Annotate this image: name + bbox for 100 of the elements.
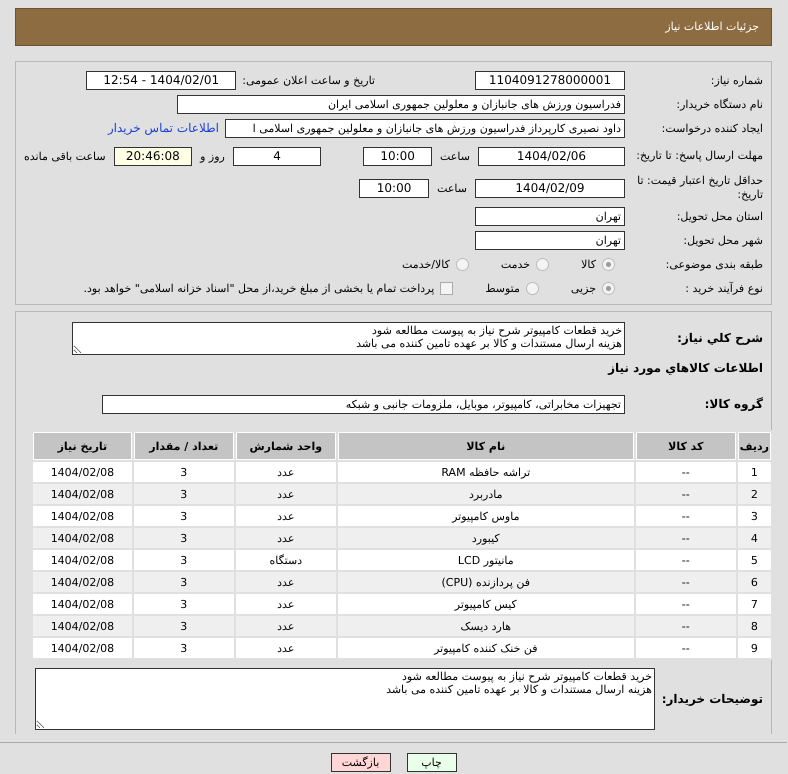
table-cell: 3: [134, 572, 234, 592]
table-cell: فن پردازنده (CPU): [338, 572, 634, 592]
field-label: مهلت ارسال پاسخ: تا تاریخ:: [635, 149, 764, 163]
table-cell: 9: [738, 638, 771, 658]
table-cell: 3: [134, 506, 234, 526]
table-cell: 3: [134, 484, 234, 504]
text-field[interactable]: 1404/02/01 - 12:54: [86, 70, 236, 90]
table-cell: تراشه حافظه RAM: [338, 462, 634, 482]
table-cell: مانیتور LCD: [338, 550, 634, 570]
table-cell: 1404/02/08: [33, 528, 132, 548]
field-label: نام دستگاه خریدار:: [675, 98, 764, 110]
field-label: حداقل تاریخ اعتبار قیمت: تا تاریخ:: [636, 174, 764, 202]
table-cell: 3: [134, 550, 234, 570]
column-header: تعداد / مقدار: [134, 432, 234, 460]
checkbox[interactable]: [440, 282, 454, 294]
table-cell: --: [636, 616, 736, 636]
table-cell: 1404/02/08: [33, 616, 132, 636]
field-label: استان محل تحویل:: [676, 210, 764, 222]
section-heading: اطلاعات کالاهاي مورد نياز: [608, 361, 764, 375]
radio-button[interactable]: [526, 282, 539, 294]
table-cell: عدد: [236, 484, 336, 504]
table-cell: ماوس کامپیوتر: [338, 506, 634, 526]
field-label: تاریخ و ساعت اعلان عمومی:: [242, 74, 375, 86]
table-cell: 6: [738, 572, 771, 592]
field-label: نوع فرآیند خرید :: [684, 282, 764, 294]
field-label: توضیحات خریدار:: [660, 692, 764, 706]
field-label: کالا/خدمت: [402, 258, 450, 270]
field-label: ایجاد کننده درخواست:: [660, 122, 764, 134]
table-cell: مادربرد: [338, 484, 634, 504]
notes-field[interactable]: خرید قطعات کامپیوتر شرح نیاز به پیوست مطالعه شود هزینه ارسال مستندات و کالا بر عهده تامین کننده می باشد: [35, 668, 655, 730]
text-field[interactable]: 4: [232, 146, 322, 166]
table-cell: عدد: [236, 462, 336, 482]
table-cell: هارد دیسک: [338, 616, 634, 636]
radio-button[interactable]: [456, 258, 469, 270]
column-header: نام کالا: [338, 432, 634, 460]
table-cell: --: [636, 594, 736, 614]
field-label: جزیی: [570, 282, 596, 294]
field-label: ساعت باقی مانده: [24, 150, 106, 162]
text-field[interactable]: 1404/02/09: [475, 178, 625, 198]
radio-button[interactable]: [602, 282, 615, 294]
table-cell: کیس کامپیوتر: [338, 594, 634, 614]
table-cell: 1404/02/08: [33, 484, 132, 504]
text-field[interactable]: داود نصیری کارپرداز فدراسیون ورزش های جانبازان و معلولین جمهوری اسلامی ا: [225, 118, 625, 138]
table-cell: --: [636, 506, 736, 526]
table-cell: 3: [134, 594, 234, 614]
text-field[interactable]: 20:46:08: [114, 146, 192, 166]
field-label: شماره نیاز:: [710, 74, 764, 86]
page-title: جزئیات اطلاعات نیاز: [15, 8, 772, 46]
table-cell: 1404/02/08: [33, 550, 132, 570]
text-field[interactable]: تهران: [475, 206, 625, 226]
column-header: ردیف: [738, 432, 771, 460]
text-field[interactable]: 10:00: [359, 178, 430, 198]
table-cell: 3: [134, 616, 234, 636]
table-cell: 3: [134, 528, 234, 548]
table-cell: 1404/02/08: [33, 462, 132, 482]
field-label: پرداخت تمام یا بخشی از مبلغ خرید،از محل "اسناد خزانه اسلامی" خواهد بود.: [84, 282, 434, 294]
description-field[interactable]: خرید قطعات کامپیوتر شرح نیاز به پیوست مطالعه شود هزینه ارسال مستندات و کالا بر عهده تامین کننده می باشد: [72, 322, 625, 354]
column-header: کد کالا: [636, 432, 736, 460]
radio-button[interactable]: [602, 258, 615, 270]
table-cell: کیبورد: [338, 528, 634, 548]
text-field[interactable]: تجهیزات مخابراتی، کامپیوتر، موبایل، ملزومات جانبی و شبکه: [102, 394, 625, 414]
table-cell: عدد: [236, 638, 336, 658]
table-cell: 1: [738, 462, 771, 482]
text-field[interactable]: 1404/02/06: [478, 146, 625, 166]
field-label: گروه کالا:: [704, 397, 764, 411]
table-cell: 1404/02/08: [33, 638, 132, 658]
table-cell: عدد: [236, 572, 336, 592]
table-cell: --: [636, 550, 736, 570]
field-label: طبقه بندی موضوعی:: [664, 258, 764, 270]
table-cell: --: [636, 572, 736, 592]
table-cell: 8: [738, 616, 771, 636]
table-cell: 3: [134, 638, 234, 658]
table-cell: فن خنک کننده کامپیوتر: [338, 638, 634, 658]
column-header: واحد شمارش: [236, 432, 336, 460]
field-label: شرح کلي نياز:: [676, 331, 764, 345]
table-cell: --: [636, 638, 736, 658]
table-cell: 1404/02/08: [33, 594, 132, 614]
table-cell: دستگاه: [236, 550, 336, 570]
table-cell: 4: [738, 528, 771, 548]
field-label: ساعت: [440, 150, 470, 162]
table-cell: 3: [738, 506, 771, 526]
table-cell: --: [636, 528, 736, 548]
back-button[interactable]: بازگشت: [330, 753, 390, 772]
field-label: کالا: [581, 258, 596, 270]
contact-link[interactable]: اطلاعات تماس خریدار: [108, 121, 219, 135]
table-cell: --: [636, 462, 736, 482]
table-cell: 7: [738, 594, 771, 614]
text-field[interactable]: فدراسیون ورزش های جانبازان و معلولین جمهوری اسلامی ایران: [177, 94, 625, 114]
print-button[interactable]: چاپ: [406, 753, 456, 772]
table-cell: عدد: [236, 594, 336, 614]
text-field[interactable]: 10:00: [363, 146, 432, 166]
table-cell: 1404/02/08: [33, 572, 132, 592]
text-field[interactable]: 1104091278000001: [475, 70, 625, 90]
table-cell: عدد: [236, 506, 336, 526]
field-label: ساعت: [437, 182, 467, 194]
field-label: شهر محل تحویل:: [682, 234, 764, 246]
radio-button[interactable]: [536, 258, 550, 270]
table-cell: 3: [134, 462, 234, 482]
table-cell: 5: [738, 550, 771, 570]
text-field[interactable]: تهران: [475, 230, 625, 250]
